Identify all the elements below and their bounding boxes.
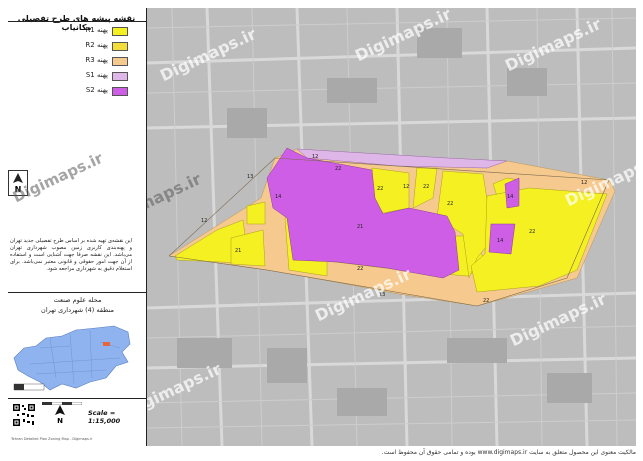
zone-label: 22 bbox=[529, 229, 535, 235]
legend-item-s1: پهنه S1 bbox=[8, 70, 128, 85]
map-description: این نقشه‌ی تهیه شده بر اساس طرح تفصیلی ج… bbox=[10, 238, 132, 272]
svg-text:N: N bbox=[57, 417, 63, 424]
zone-label: 22 bbox=[483, 298, 489, 304]
legend-label-r3: پهنه R3 bbox=[85, 56, 108, 64]
sidebar-footer: N Scale = 1:15,000 Tehran Detailed Plan … bbox=[8, 398, 147, 446]
tehran-district-map bbox=[13, 325, 131, 391]
legend-label-s1: پهنه S1 bbox=[85, 71, 108, 79]
location-title: محله علوم صنعت bbox=[53, 296, 102, 304]
highlight-district bbox=[103, 342, 110, 346]
zone-label: 12 bbox=[312, 154, 318, 160]
legend-label-r1: پهنه R1 bbox=[85, 26, 108, 34]
zone-label: 13 bbox=[247, 174, 253, 180]
legend: پهنه R1 پهنه R2 پهنه R3 پهنه S1 پهنه S2 bbox=[8, 25, 128, 100]
zone-label: 21 bbox=[357, 224, 363, 230]
legend-swatch-r1 bbox=[112, 27, 128, 36]
sidebar-footnote: Tehran Detailed Plan Zoning Map - Digima… bbox=[11, 437, 93, 441]
zone-r1-b bbox=[246, 201, 266, 225]
description-divider bbox=[8, 292, 147, 293]
scale-text: Scale = 1:15,000 bbox=[88, 409, 121, 425]
legend-swatch-r3 bbox=[112, 57, 128, 66]
zone-label: 21 bbox=[235, 248, 241, 254]
legend-swatch-s1 bbox=[112, 72, 128, 81]
location-inset-map bbox=[10, 318, 134, 394]
zone-label: 14 bbox=[275, 194, 281, 200]
zone-label: 14 bbox=[507, 194, 513, 200]
location-subtitle: منطقه (4) شهرداری تهران bbox=[41, 306, 114, 314]
legend-item-r3: پهنه R3 bbox=[8, 55, 128, 70]
zone-label: 12 bbox=[201, 218, 207, 224]
zone-label: 14 bbox=[497, 238, 503, 244]
zone-label: 22 bbox=[447, 201, 453, 207]
zone-label: 12 bbox=[403, 184, 409, 190]
zoning-map: 12 22 21 14 13 22 22 22 21 12 12 22 14 2… bbox=[147, 8, 636, 446]
legend-item-s2: پهنه S2 bbox=[8, 85, 128, 100]
copyright-footer: مالکیت معنوی این محصول متعلق به سایت www… bbox=[381, 449, 636, 456]
legend-swatch-s2 bbox=[112, 87, 128, 96]
qr-code-icon bbox=[12, 403, 36, 427]
north-arrow-small-icon: N bbox=[55, 405, 65, 424]
map-canvas: 12 22 21 14 13 22 22 22 21 12 12 22 14 2… bbox=[147, 8, 636, 446]
legend-swatch-r2 bbox=[112, 42, 128, 51]
zone-label: 22 bbox=[423, 184, 429, 190]
title-divider bbox=[8, 21, 147, 22]
legend-item-r2: پهنه R2 bbox=[8, 40, 128, 55]
legend-label-r2: پهنه R2 bbox=[85, 41, 108, 49]
legend-label-s2: پهنه S2 bbox=[85, 86, 108, 94]
zone-label: 22 bbox=[377, 186, 383, 192]
legend-item-r1: پهنه R1 bbox=[8, 25, 128, 40]
zone-label: 22 bbox=[357, 266, 363, 272]
zone-label: 22 bbox=[335, 166, 341, 172]
